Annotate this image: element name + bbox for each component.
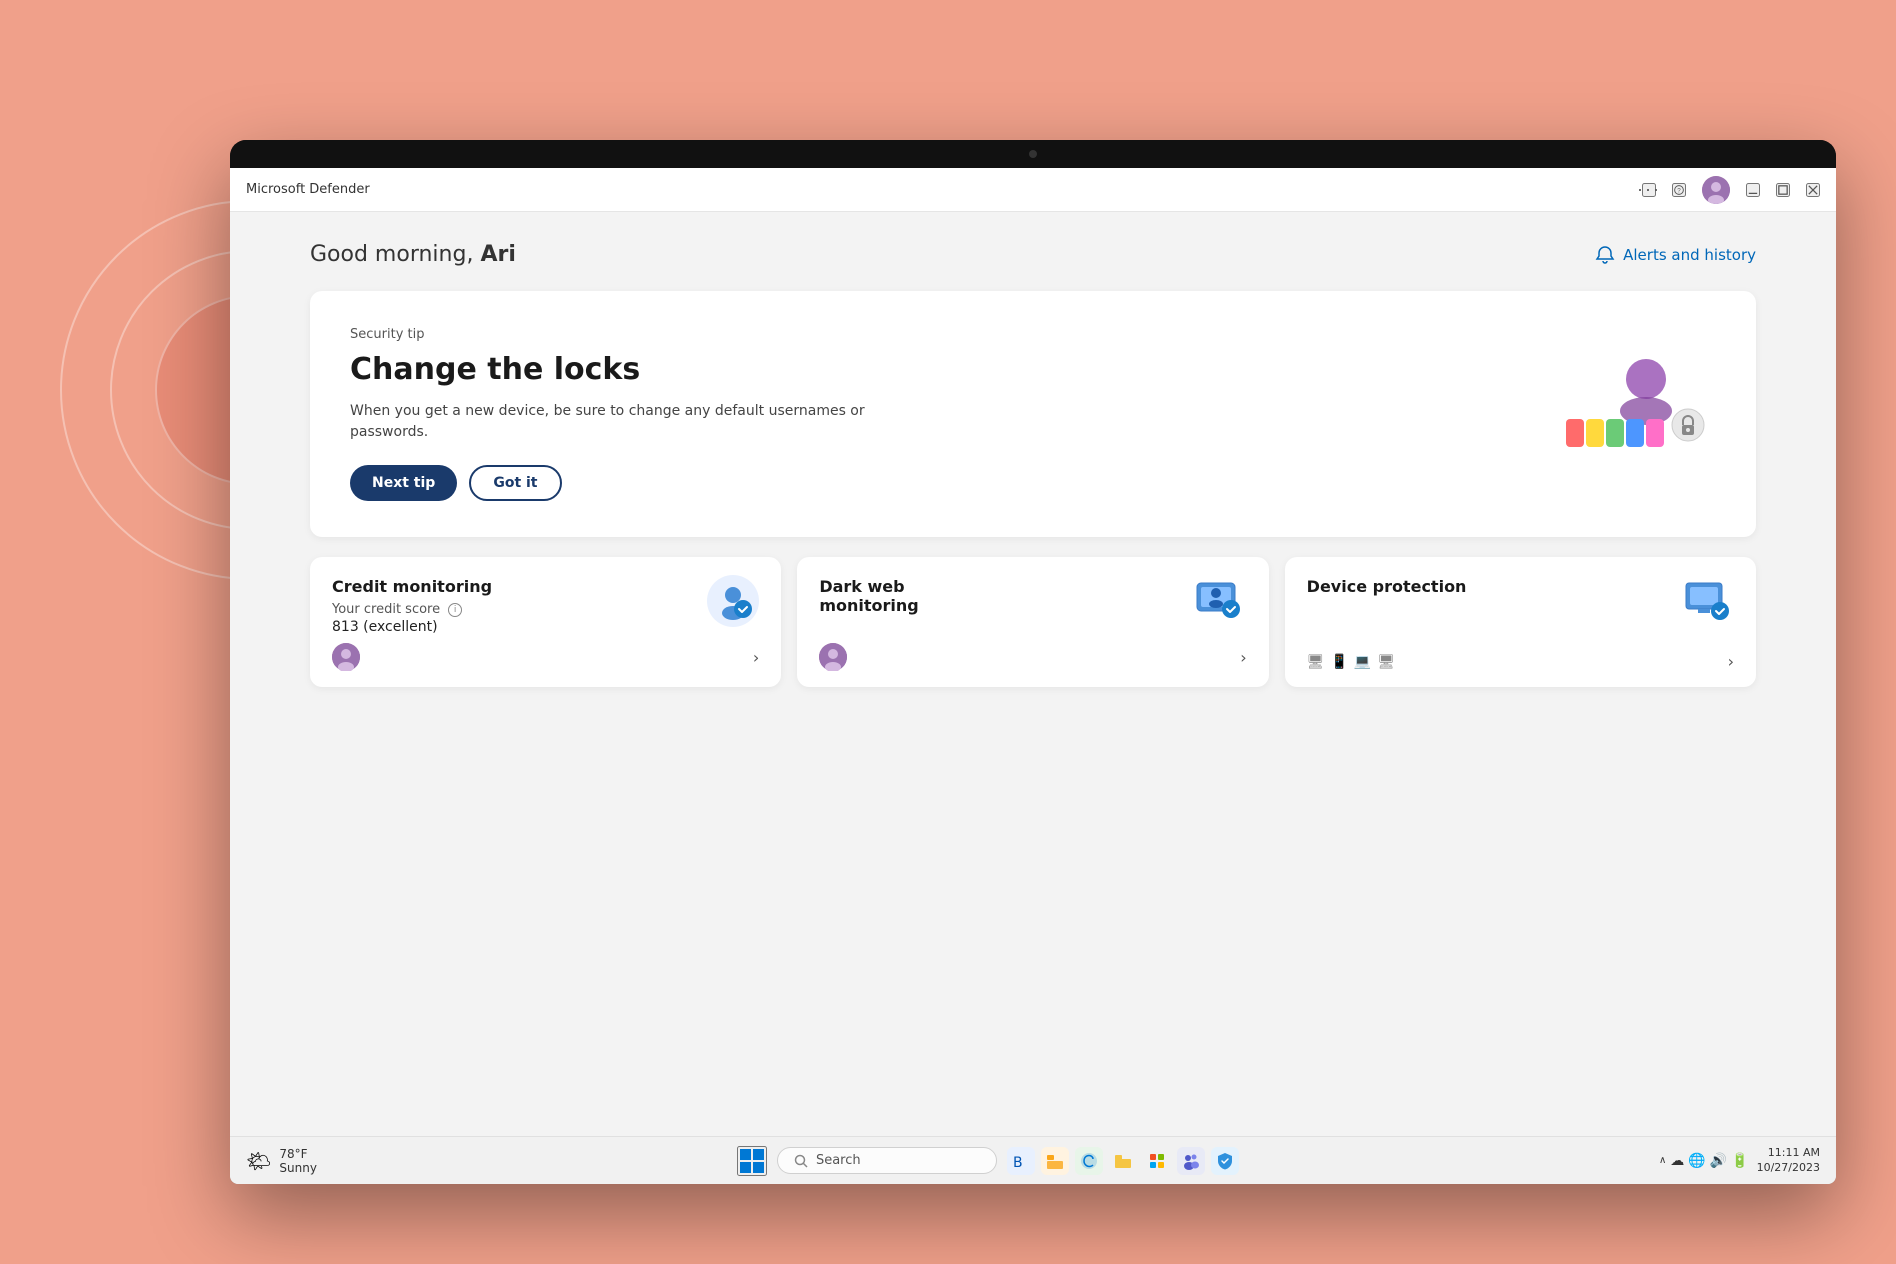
taskbar-right: ∧ ☁ 🌐 🔊 🔋 11:11 AM 10/27/2023: [1659, 1146, 1820, 1175]
taskbar-edge-icon[interactable]: [1075, 1147, 1103, 1175]
device-type-icons: 🖥 📱 💻 🖥: [1307, 654, 1395, 670]
laptop-icon: 🖥: [1377, 654, 1395, 670]
weather-sun-icon: 🌤: [246, 1149, 271, 1173]
taskbar-apps: B: [1007, 1147, 1239, 1175]
device-protection-card[interactable]: Device protection 🖥: [1285, 557, 1756, 687]
bell-icon: [1595, 245, 1615, 265]
taskbar-store-icon[interactable]: [1143, 1147, 1171, 1175]
taskbar-files-icon[interactable]: [1109, 1147, 1137, 1175]
taskbar-bing-icon[interactable]: B: [1007, 1147, 1035, 1175]
greeting-section: Good morning, Ari Alerts and history: [310, 242, 1756, 267]
credit-card-footer: ›: [332, 643, 759, 671]
next-tip-button[interactable]: Next tip: [350, 465, 457, 501]
weather-condition: Sunny: [279, 1161, 317, 1175]
svg-text:?: ?: [1677, 187, 1681, 194]
phone-icon: 📱: [1330, 654, 1347, 670]
search-icon: [794, 1154, 808, 1168]
volume-icon: 🔊: [1710, 1153, 1727, 1169]
taskbar-teams-icon[interactable]: [1177, 1147, 1205, 1175]
user-avatar-credit: [332, 643, 360, 671]
title-bar-controls: ··· ?: [1642, 176, 1820, 204]
credit-score-label: Your credit score i: [332, 602, 759, 617]
security-tip-content: Security tip Change the locks When you g…: [350, 327, 890, 501]
alerts-history-button[interactable]: Alerts and history: [1595, 245, 1756, 265]
clock[interactable]: 11:11 AM 10/27/2023: [1757, 1146, 1820, 1175]
maximize-button[interactable]: [1776, 183, 1790, 197]
clock-date: 10/27/2023: [1757, 1161, 1820, 1175]
taskbar: 🌤 78°F Sunny: [230, 1136, 1836, 1184]
device-top-bar: [230, 140, 1836, 168]
clock-time: 11:11 AM: [1757, 1146, 1820, 1160]
battery-icon: 🔋: [1731, 1153, 1748, 1169]
device-camera: [1029, 150, 1037, 158]
device-frame: Microsoft Defender ··· ?: [230, 140, 1836, 1184]
dark-web-footer: ›: [819, 643, 1246, 671]
search-placeholder: Search: [816, 1153, 861, 1168]
cloud-icon: ☁: [1670, 1153, 1684, 1169]
device-protection-icon: [1682, 575, 1734, 627]
weather-info: 78°F Sunny: [279, 1147, 317, 1175]
taskbar-defender-icon[interactable]: [1211, 1147, 1239, 1175]
taskbar-explorer-icon[interactable]: [1041, 1147, 1069, 1175]
got-it-button[interactable]: Got it: [469, 465, 561, 501]
credit-score-value: 813 (excellent): [332, 619, 759, 635]
dark-web-icon: [1195, 575, 1247, 627]
alerts-label: Alerts and history: [1623, 246, 1756, 264]
user-avatar[interactable]: [1702, 176, 1730, 204]
tip-actions: Next tip Got it: [350, 465, 890, 501]
credit-monitoring-icon: [707, 575, 759, 627]
search-box[interactable]: Search: [777, 1147, 997, 1174]
tip-label: Security tip: [350, 327, 890, 342]
info-icon: i: [448, 603, 462, 617]
weather-temp: 78°F: [279, 1147, 317, 1161]
monitor-icon: 🖥: [1307, 654, 1325, 670]
greeting-text: Good morning, Ari: [310, 242, 516, 267]
tip-title: Change the locks: [350, 352, 890, 387]
close-button[interactable]: [1806, 183, 1820, 197]
device-protection-title: Device protection: [1307, 577, 1734, 596]
start-button[interactable]: [737, 1146, 767, 1176]
title-bar: Microsoft Defender ··· ?: [230, 168, 1836, 212]
security-tip-card: Security tip Change the locks When you g…: [310, 291, 1756, 537]
credit-card-arrow: ›: [753, 648, 759, 667]
dark-web-title: Dark webmonitoring: [819, 577, 1246, 615]
network-icon: 🌐: [1688, 1153, 1705, 1169]
main-content: Good morning, Ari Alerts and history Sec…: [230, 212, 1836, 1184]
minimize-button[interactable]: [1746, 183, 1760, 197]
dark-web-monitoring-card[interactable]: Dark webmonitoring: [797, 557, 1268, 687]
dark-web-arrow: ›: [1240, 648, 1246, 667]
device-protection-footer: 🖥 📱 💻 🖥 ›: [1307, 652, 1734, 671]
device-screen: Microsoft Defender ··· ?: [230, 168, 1836, 1184]
tip-description: When you get a new device, be sure to ch…: [350, 401, 890, 443]
credit-monitoring-card[interactable]: Credit monitoring Your credit score i 81…: [310, 557, 781, 687]
device-protection-arrow: ›: [1728, 652, 1734, 671]
taskbar-center: Search B: [737, 1146, 1239, 1176]
greeting-label: Good morning,: [310, 242, 480, 267]
more-options-button[interactable]: ···: [1642, 183, 1656, 197]
taskbar-left: 🌤 78°F Sunny: [246, 1147, 317, 1175]
system-tray: ∧ ☁ 🌐 🔊 🔋: [1659, 1153, 1749, 1169]
chevron-up-icon[interactable]: ∧: [1659, 1155, 1666, 1166]
username: Ari: [480, 242, 515, 267]
user-avatar-dark-web: [819, 643, 847, 671]
credit-monitoring-title: Credit monitoring: [332, 577, 759, 596]
help-button[interactable]: ?: [1672, 183, 1686, 197]
svg-text:B: B: [1013, 1155, 1023, 1171]
cards-row: Credit monitoring Your credit score i 81…: [310, 557, 1756, 687]
tablet-icon: 💻: [1354, 654, 1371, 670]
app-name: Microsoft Defender: [246, 182, 370, 197]
lock-illustration: [1546, 349, 1716, 479]
